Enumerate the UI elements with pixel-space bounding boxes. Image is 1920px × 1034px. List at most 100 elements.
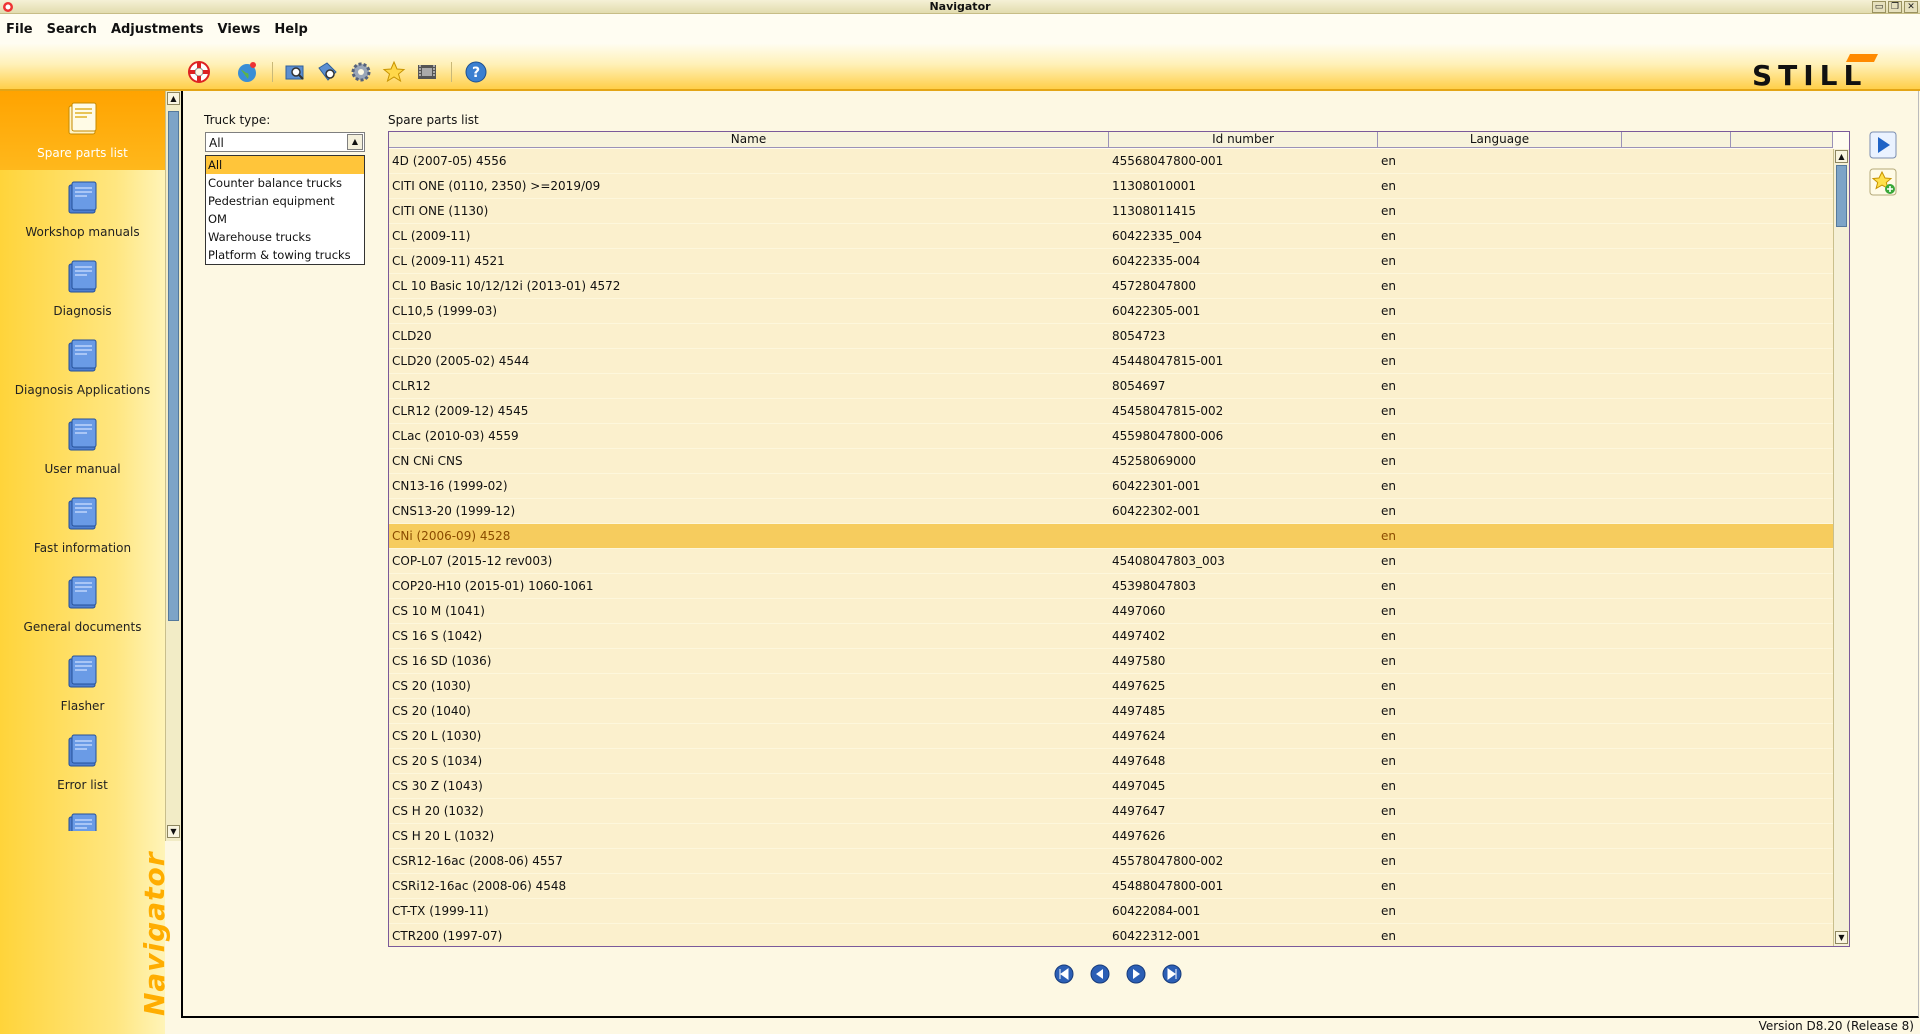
cell-language: en — [1381, 754, 1396, 768]
sidebar-item-diagnosis[interactable]: Diagnosis — [0, 249, 165, 328]
sidebar-item-label: Spare parts list — [37, 146, 128, 160]
table-row[interactable]: COP-L07 (2015-12 rev003) 45408047803_003 e… — [389, 549, 1833, 574]
table-row[interactable]: CS H 20 L (1032) 4497626 en — [389, 824, 1833, 849]
table-row[interactable]: CSR12-16ac (2008-06) 4557 45578047800-002… — [389, 849, 1833, 874]
table-row[interactable]: CLD20 8054723 en — [389, 324, 1833, 349]
truck-type-option[interactable]: Pedestrian equipment — [206, 192, 364, 210]
table-row[interactable]: CLR12 8054697 en — [389, 374, 1833, 399]
column-id-number[interactable]: Id number — [1109, 132, 1378, 148]
table-scrollbar[interactable]: ▲ ▼ — [1833, 149, 1849, 946]
sidebar-item-flasher[interactable]: Flasher — [0, 644, 165, 723]
table-row[interactable]: CL 10 Basic 10/12/12i (2013-01) 4572 4572… — [389, 274, 1833, 299]
globe-icon[interactable] — [235, 60, 259, 84]
menu-file[interactable]: File — [6, 22, 33, 37]
table-row[interactable]: CS 20 L (1030) 4497624 en — [389, 724, 1833, 749]
table-row[interactable]: CN13-16 (1999-02) 60422301-001 en — [389, 474, 1833, 499]
cell-name: CSRi12-16ac (2008-06) 4548 — [392, 879, 567, 893]
table-row[interactable]: CS 30 Z (1043) 4497045 en — [389, 774, 1833, 799]
settings-gear-icon[interactable] — [349, 60, 373, 84]
book-icon — [68, 181, 97, 214]
sidebar-item-error-list[interactable]: Error list — [0, 723, 165, 802]
table-row[interactable]: CT-TX (1999-11) 60422084-001 en — [389, 899, 1833, 924]
previous-page-icon[interactable] — [1090, 964, 1110, 984]
table-row[interactable]: CS 20 S (1034) 4497648 en — [389, 749, 1833, 774]
table-row[interactable]: CSRi12-16ac (2008-06) 4548 45488047800-00… — [389, 874, 1833, 899]
sidebar-item-user-manual[interactable]: User manual — [0, 407, 165, 486]
table-row[interactable]: CS 20 (1030) 4497625 en — [389, 674, 1833, 699]
column-language[interactable]: Language — [1378, 132, 1622, 148]
cell-id-number: 4497647 — [1112, 804, 1166, 818]
cell-language: en — [1381, 904, 1396, 918]
pagination — [1054, 964, 1182, 984]
truck-type-option[interactable]: Counter balance trucks — [206, 174, 364, 192]
menu-search[interactable]: Search — [47, 22, 97, 37]
cell-name: CL (2009-11) — [392, 229, 471, 243]
table-row[interactable]: CNS13-20 (1999-12) 60422302-001 en — [389, 499, 1833, 524]
sidebar-item-diagnosis-applications[interactable]: Diagnosis Applications — [0, 328, 165, 407]
chevron-up-icon[interactable]: ▲ — [347, 134, 363, 150]
tag-search-icon[interactable] — [316, 60, 340, 84]
table-row[interactable]: CS H 20 (1032) 4497647 en — [389, 799, 1833, 824]
truck-type-option[interactable]: All — [206, 156, 364, 174]
cell-name: CN13-16 (1999-02) — [392, 479, 508, 493]
scroll-down-arrow-icon[interactable]: ▼ — [167, 825, 180, 838]
scroll-thumb[interactable] — [168, 111, 179, 621]
app-icon — [3, 2, 13, 12]
sidebar-item-spare-parts-list[interactable]: Spare parts list — [0, 91, 165, 170]
scroll-down-arrow-icon[interactable]: ▼ — [1835, 931, 1848, 944]
table-row[interactable]: COP20-H10 (2015-01) 1060-1061 45398047803… — [389, 574, 1833, 599]
table-row[interactable]: CLac (2010-03) 4559 45598047800-006 en — [389, 424, 1833, 449]
next-page-icon[interactable] — [1126, 964, 1146, 984]
sidebar-item-fast-information[interactable]: Fast information — [0, 486, 165, 565]
sidebar-item-more[interactable] — [0, 802, 165, 831]
table-row[interactable]: CS 10 M (1041) 4497060 en — [389, 599, 1833, 624]
table-row[interactable]: CTR200 (1997-07) 60422312-001 en — [389, 924, 1833, 946]
cell-name: CN CNi CNS — [392, 454, 463, 468]
table-row[interactable]: CLR12 (2009-12) 4545 45458047815-002 en — [389, 399, 1833, 424]
sidebar-item-general-documents[interactable]: General documents — [0, 565, 165, 644]
last-page-icon[interactable] — [1162, 964, 1182, 984]
column-name[interactable]: Name — [389, 132, 1109, 148]
table-row[interactable]: CL (2009-11) 60422335_004 en — [389, 224, 1833, 249]
open-arrow-icon[interactable] — [1869, 131, 1897, 159]
table-row[interactable]: CN CNi CNS 45258069000 en — [389, 449, 1833, 474]
minimize-button[interactable]: ▭ — [1872, 1, 1886, 13]
scroll-up-arrow-icon[interactable]: ▲ — [167, 92, 180, 105]
table-row[interactable]: CL (2009-11) 4521 60422335-004 en — [389, 249, 1833, 274]
sidebar-item-workshop-manuals[interactable]: Workshop manuals — [0, 170, 165, 249]
sidebar-scrollbar[interactable]: ▲ ▼ — [165, 91, 181, 841]
menu-adjustments[interactable]: Adjustments — [111, 22, 204, 37]
maximize-button[interactable]: ❐ — [1888, 1, 1902, 13]
table-row[interactable]: CITI ONE (0110, 2350) >=2019/09 113080100… — [389, 174, 1833, 199]
book-icon — [68, 655, 97, 688]
table-row[interactable]: CS 16 S (1042) 4497402 en — [389, 624, 1833, 649]
table-row[interactable]: CLD20 (2005-02) 4544 45448047815-001 en — [389, 349, 1833, 374]
truck-type-option[interactable]: OM — [206, 210, 364, 228]
menu-help[interactable]: Help — [274, 22, 307, 37]
lifebuoy-icon[interactable] — [187, 60, 211, 84]
film-icon[interactable] — [415, 60, 439, 84]
column-extra-1[interactable] — [1622, 132, 1731, 148]
folder-search-icon[interactable] — [283, 60, 307, 84]
table-row[interactable]: CNi (2006-09) 4528 en — [389, 524, 1833, 549]
table-row[interactable]: 4D (2007-05) 4556 45568047800-001 en — [389, 149, 1833, 174]
table-row[interactable]: CS 20 (1040) 4497485 en — [389, 699, 1833, 724]
close-button[interactable]: ✕ — [1904, 1, 1918, 13]
table-row[interactable]: CS 16 SD (1036) 4497580 en — [389, 649, 1833, 674]
truck-type-option[interactable]: Warehouse trucks — [206, 228, 364, 246]
truck-type-dropdown: All Counter balance trucks Pedestrian equi… — [205, 155, 365, 265]
help-icon[interactable]: ? — [464, 60, 488, 84]
favorites-star-icon[interactable] — [382, 60, 406, 84]
truck-type-select[interactable]: All ▲ — [205, 132, 365, 152]
table-row[interactable]: CL10,5 (1999-03) 60422305-001 en — [389, 299, 1833, 324]
truck-type-option[interactable]: Platform & towing trucks — [206, 246, 364, 264]
cell-name: CLR12 — [392, 379, 431, 393]
table-header: Name Id number Language — [389, 132, 1833, 148]
scroll-thumb[interactable] — [1836, 165, 1847, 227]
table-row[interactable]: CITI ONE (1130) 11308011415 en — [389, 199, 1833, 224]
first-page-icon[interactable] — [1054, 964, 1074, 984]
add-favorite-icon[interactable] — [1869, 168, 1897, 196]
menu-views[interactable]: Views — [218, 22, 261, 37]
scroll-up-arrow-icon[interactable]: ▲ — [1835, 150, 1848, 163]
column-extra-2[interactable] — [1731, 132, 1833, 148]
